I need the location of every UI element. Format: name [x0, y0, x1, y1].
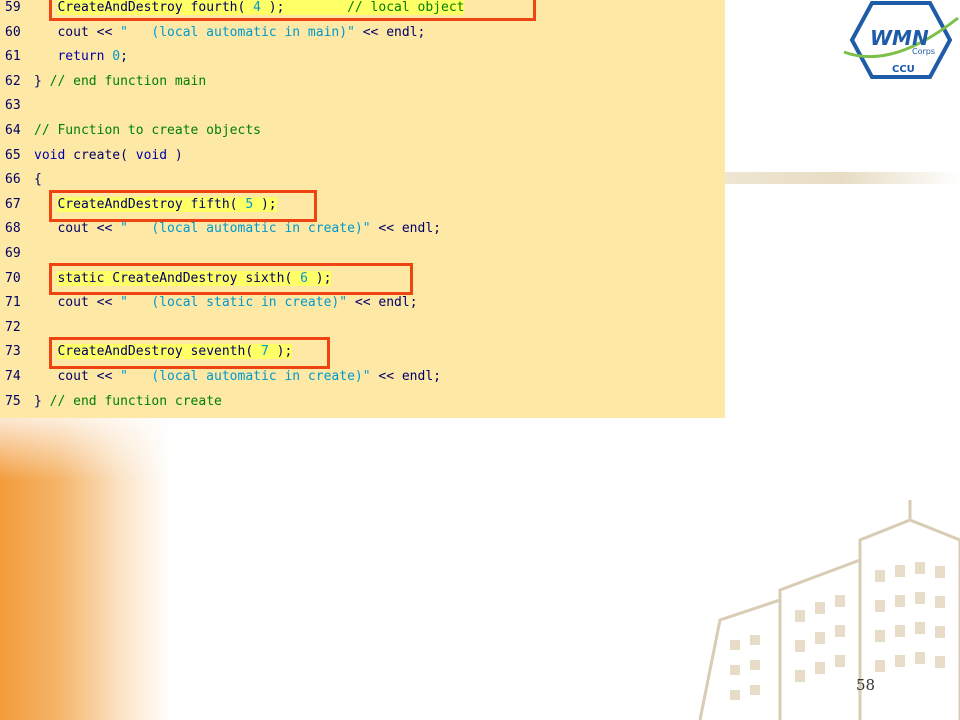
line-number: 60: [5, 24, 21, 40]
code-token: }: [34, 393, 50, 409]
wmn-logo: WMN Corps CCU: [843, 1, 959, 79]
code-line: 62} // end function main: [0, 70, 725, 94]
code-text: {: [34, 168, 42, 192]
code-token: " (local automatic in create)": [120, 221, 371, 237]
line-number: 65: [5, 147, 21, 163]
code-line: 63: [0, 94, 725, 118]
code-line: 64 // Function to create objects: [0, 119, 725, 143]
line-number: 64: [5, 123, 21, 138]
code-token: ;: [120, 49, 128, 65]
code-token: << endl;: [370, 369, 441, 384]
code-token: void: [34, 147, 66, 163]
line-number: 73: [5, 344, 21, 360]
code-token: cout <<: [34, 24, 121, 40]
highlight-box-fourth: [49, 0, 536, 21]
code-token: " (local static in create)": [120, 295, 348, 311]
code-line: 66 {: [0, 168, 725, 192]
code-line: 75} // end function create: [0, 390, 725, 414]
code-token: ): [167, 147, 183, 163]
line-number: 62: [5, 73, 21, 89]
code-line: 61 return 0;: [0, 45, 725, 69]
code-token: cout <<: [34, 295, 121, 311]
code-text: } // end function create: [34, 390, 222, 414]
line-number: 69: [5, 246, 21, 261]
highlight-box-sixth: [49, 263, 413, 295]
code-token: }: [34, 73, 50, 89]
line-number: 75: [5, 393, 21, 409]
code-text: // Function to create objects: [34, 119, 261, 143]
line-number: 74: [5, 369, 21, 384]
line-number: 68: [5, 221, 21, 237]
code-token: << endl;: [347, 295, 418, 311]
building-watermark: [698, 500, 960, 720]
code-token: << endl;: [370, 221, 441, 237]
code-token: return: [57, 49, 105, 65]
logo-subtext: Corps: [912, 47, 935, 56]
line-number: 66: [5, 172, 21, 188]
orange-gradient-decoration: [0, 400, 170, 720]
slide-number: 58: [856, 676, 876, 694]
line-number: 61: [5, 49, 21, 65]
code-token: // end function main: [49, 73, 207, 89]
line-number: 72: [5, 319, 21, 335]
logo-bottom-text: CCU: [892, 64, 915, 75]
code-token: 0: [112, 49, 121, 65]
code-token: " (local automatic in create)": [120, 369, 371, 384]
code-text: return 0;: [34, 45, 128, 69]
code-line: 65 void create( void ): [0, 144, 725, 168]
line-number: 67: [5, 196, 21, 212]
code-token: void: [135, 147, 168, 163]
code-token: // Function to create objects: [34, 123, 261, 138]
line-number: 63: [5, 98, 21, 114]
code-token: // end function create: [49, 393, 222, 409]
code-token: create(: [65, 147, 136, 163]
code-token: cout <<: [34, 369, 121, 384]
highlight-box-fifth: [49, 190, 317, 222]
code-token: " (local automatic in main)": [120, 24, 355, 40]
line-number: 70: [5, 270, 21, 286]
code-line: 60 cout << " (local automatic in main)" …: [0, 21, 725, 45]
code-text: void create( void ): [34, 144, 183, 168]
code-token: << endl;: [354, 24, 426, 40]
line-number: 71: [5, 295, 21, 311]
code-token: {: [34, 172, 42, 188]
highlight-box-seventh: [49, 337, 330, 369]
beige-bar-decoration: [725, 172, 960, 184]
code-text: } // end function main: [34, 70, 206, 94]
code-token: cout <<: [34, 221, 121, 237]
line-number: 59: [5, 0, 21, 15]
code-text: cout << " (local automatic in main)" << …: [34, 21, 425, 45]
